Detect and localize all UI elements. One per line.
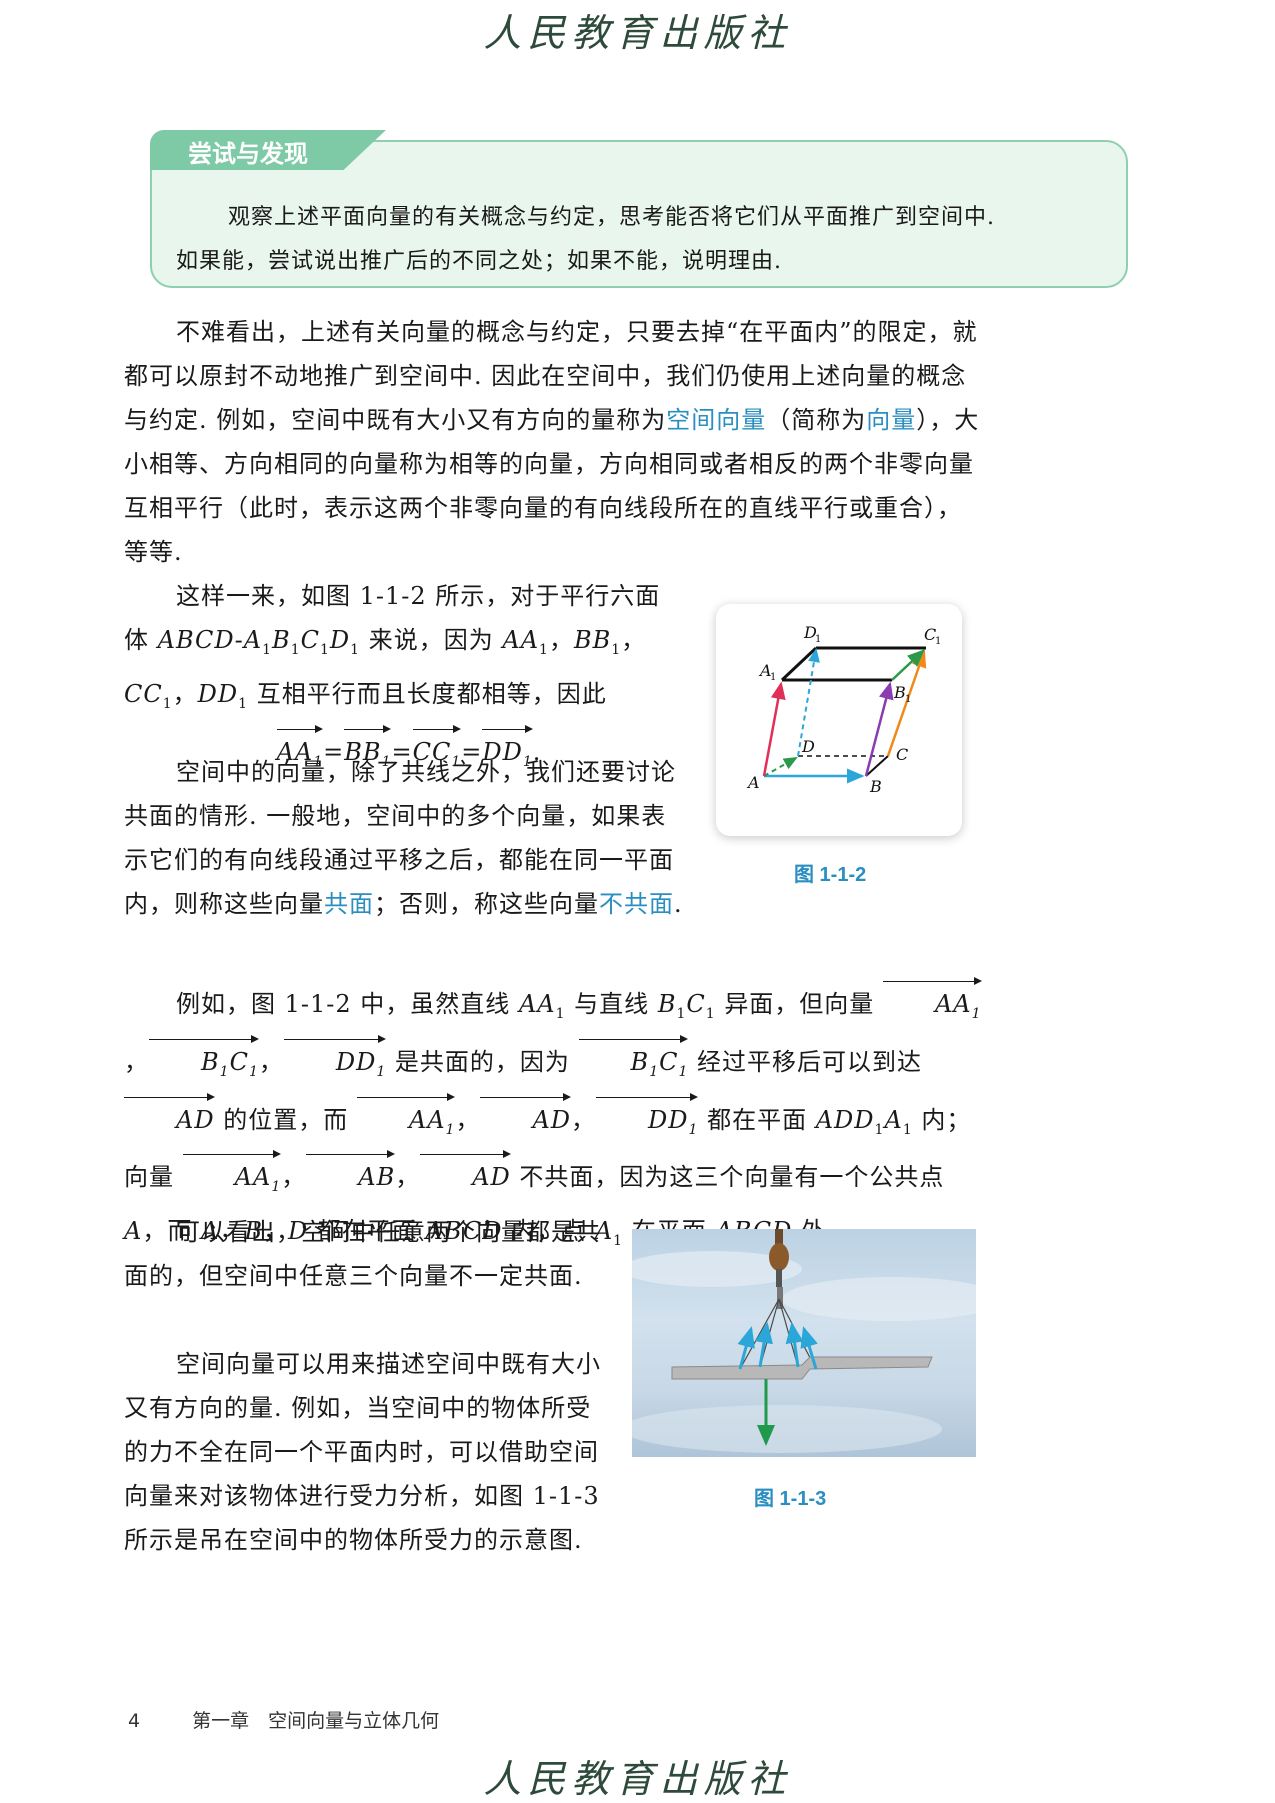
tryout-title: 尝试与发现: [188, 140, 308, 168]
tryout-line-1: 观察上述平面向量的有关概念与约定，思考能否将它们从平面推广到空间中.: [228, 205, 995, 230]
paragraph-1: 不难看出，上述有关向量的概念与约定，只要去掉“在平面内”的限定，就都可以原封不动…: [124, 318, 980, 566]
concrete-slab: [671, 1356, 933, 1380]
svg-text:1: 1: [935, 636, 941, 647]
svg-text:1: 1: [905, 694, 911, 705]
vector-ad: [763, 757, 798, 777]
paragraph-5: 可以看出，空间中任意两个向量都是共面的，但空间中任意三个向量不一定共面.: [124, 1218, 601, 1290]
tension-force-1: [737, 1326, 755, 1370]
keyword-coplanar: 共面: [324, 890, 374, 918]
crane-hook-icon: [769, 1243, 789, 1271]
keyword-space-vector: 空间向量: [666, 406, 767, 434]
label-d: D: [801, 737, 815, 756]
paragraph-3: 空间中的向量，除了共线之外，我们还要讨论共面的情形. 一般地，空间中的多个向量，…: [124, 758, 683, 918]
force-diagram: [632, 1229, 976, 1453]
label-a: A: [746, 773, 760, 792]
figure-1-1-2-caption: 图 1-1-2: [794, 864, 867, 886]
vector-bb1: [864, 681, 894, 777]
keyword-vector: 向量: [866, 406, 917, 434]
suspended-object-photo: [632, 1229, 976, 1457]
vector-aa1: [762, 681, 786, 777]
parallelepiped-figure: A B C D A 1 B 1 C 1 D 1: [716, 604, 962, 836]
page-footer: 4 第一章 空间向量与立体几何: [128, 1706, 439, 1733]
paragraph-6: 空间向量可以用来描述空间中既有大小又有方向的量. 例如，当空间中的物体所受的力不…: [124, 1350, 601, 1554]
tryout-line-2: 如果能，尝试说出推广后的不同之处；如果不能，说明理由.: [176, 249, 782, 274]
page-number: 4: [128, 1710, 141, 1732]
svg-text:1: 1: [770, 672, 776, 683]
publisher-watermark-top: 人民教育出版社: [483, 11, 792, 55]
parallelepiped-diagram: A B C D A 1 B 1 C 1 D 1: [746, 623, 941, 796]
svg-text:1: 1: [815, 634, 821, 645]
publisher-watermark-bottom: 人民教育出版社: [483, 1757, 792, 1801]
chapter-title: 第一章 空间向量与立体几何: [192, 1710, 440, 1732]
figure-1-1-3-caption: 图 1-1-3: [754, 1488, 827, 1510]
tension-force-3: [785, 1322, 804, 1368]
label-c: C: [896, 745, 908, 764]
keyword-noncoplanar: 不共面: [599, 890, 674, 918]
tryout-text: 观察上述平面向量的有关概念与约定，思考能否将它们从平面推广到空间中. 如果能，尝…: [176, 196, 1106, 284]
label-b: B: [869, 777, 882, 796]
